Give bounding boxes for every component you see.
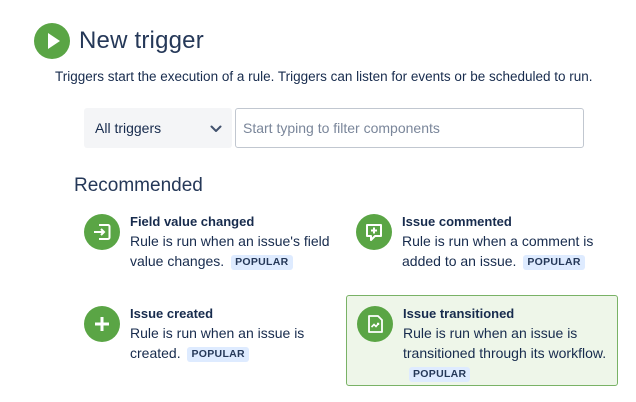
popular-badge: POPULAR	[409, 367, 471, 382]
popular-badge: POPULAR	[187, 347, 249, 362]
new-trigger-page: New trigger Triggers start the execution…	[0, 0, 636, 402]
popular-badge: POPULAR	[523, 255, 585, 270]
popular-badge: POPULAR	[231, 255, 293, 270]
trigger-description: Rule is run when an issue is transitione…	[403, 325, 607, 361]
plus-icon	[84, 306, 120, 342]
trigger-card-issue-created[interactable]: Issue created Rule is run when an issue …	[84, 306, 334, 372]
trigger-type-select[interactable]: All triggers	[84, 108, 232, 148]
trigger-title: Issue commented	[402, 214, 512, 229]
trigger-card-issue-commented[interactable]: Issue commented Rule is run when a comme…	[356, 214, 616, 280]
page-description: Triggers start the execution of a rule. …	[55, 69, 593, 84]
trigger-title: Field value changed	[130, 214, 255, 229]
comment-add-icon	[356, 214, 392, 250]
trigger-card-text: Issue transitioned Rule is run when an i…	[403, 306, 617, 383]
trigger-card-text: Issue commented Rule is run when a comme…	[402, 214, 616, 271]
trigger-description: Rule is run when an issue's field value …	[130, 233, 330, 269]
trigger-title: Issue transitioned	[403, 306, 515, 321]
play-icon	[34, 23, 70, 59]
chevron-down-icon	[210, 120, 222, 136]
recommended-heading: Recommended	[74, 175, 203, 196]
transition-icon	[357, 306, 393, 342]
page-header: New trigger	[34, 23, 204, 59]
trigger-card-text: Issue created Rule is run when an issue …	[130, 306, 334, 363]
trigger-title: Issue created	[130, 306, 214, 321]
component-filter-input[interactable]	[235, 108, 584, 148]
field-change-icon	[84, 214, 120, 250]
trigger-card-text: Field value changed Rule is run when an …	[130, 214, 334, 271]
filter-bar: All triggers	[84, 108, 584, 148]
page-title: New trigger	[79, 27, 204, 54]
trigger-card-field-value-changed[interactable]: Field value changed Rule is run when an …	[84, 214, 334, 280]
trigger-type-select-value: All triggers	[95, 120, 162, 136]
trigger-card-issue-transitioned[interactable]: Issue transitioned Rule is run when an i…	[346, 295, 618, 386]
